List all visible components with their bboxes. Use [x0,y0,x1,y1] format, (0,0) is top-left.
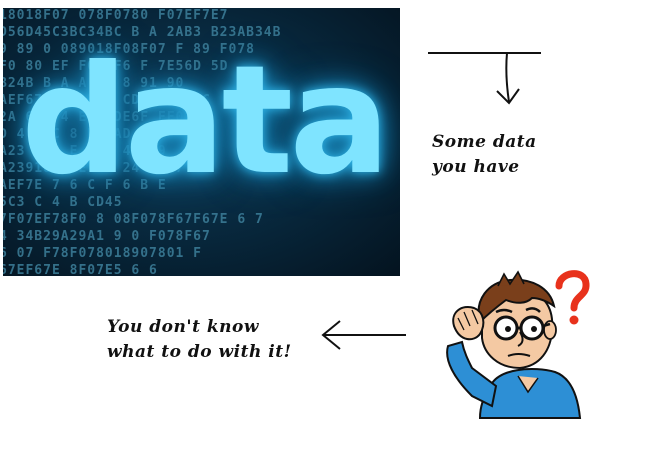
confused-man-icon [446,270,590,419]
note-line: Some data [432,132,537,152]
down-arrow-icon [428,52,541,105]
hex-row: 18018F07 078F0780 F07EF7E7 [3,8,229,23]
left-arrow-icon [321,320,406,350]
hex-row: 6 07 F78F078018907801 F [3,246,203,261]
note-line: You don't know [107,317,259,337]
some-data-note: Some data you have [432,130,612,180]
note-line: what to do with it! [107,342,292,362]
note-line: you have [432,157,520,177]
dont-know-note: You don't know what to do with it! [107,315,337,365]
hex-row: 7F07EF78F0 8 08F078F67F67E 6 7 [3,212,264,227]
data-word: data [21,34,391,208]
question-mark-icon [555,270,590,325]
hex-row: 4 34B29A29A1 9 0 F078F67 [3,229,211,244]
data-banner-image: 18018F07 078F0780 F07EF7E7 D56D45C3BC34B… [3,8,400,276]
hex-row: 67EF67E 8F07E5 6 6 [3,263,158,276]
